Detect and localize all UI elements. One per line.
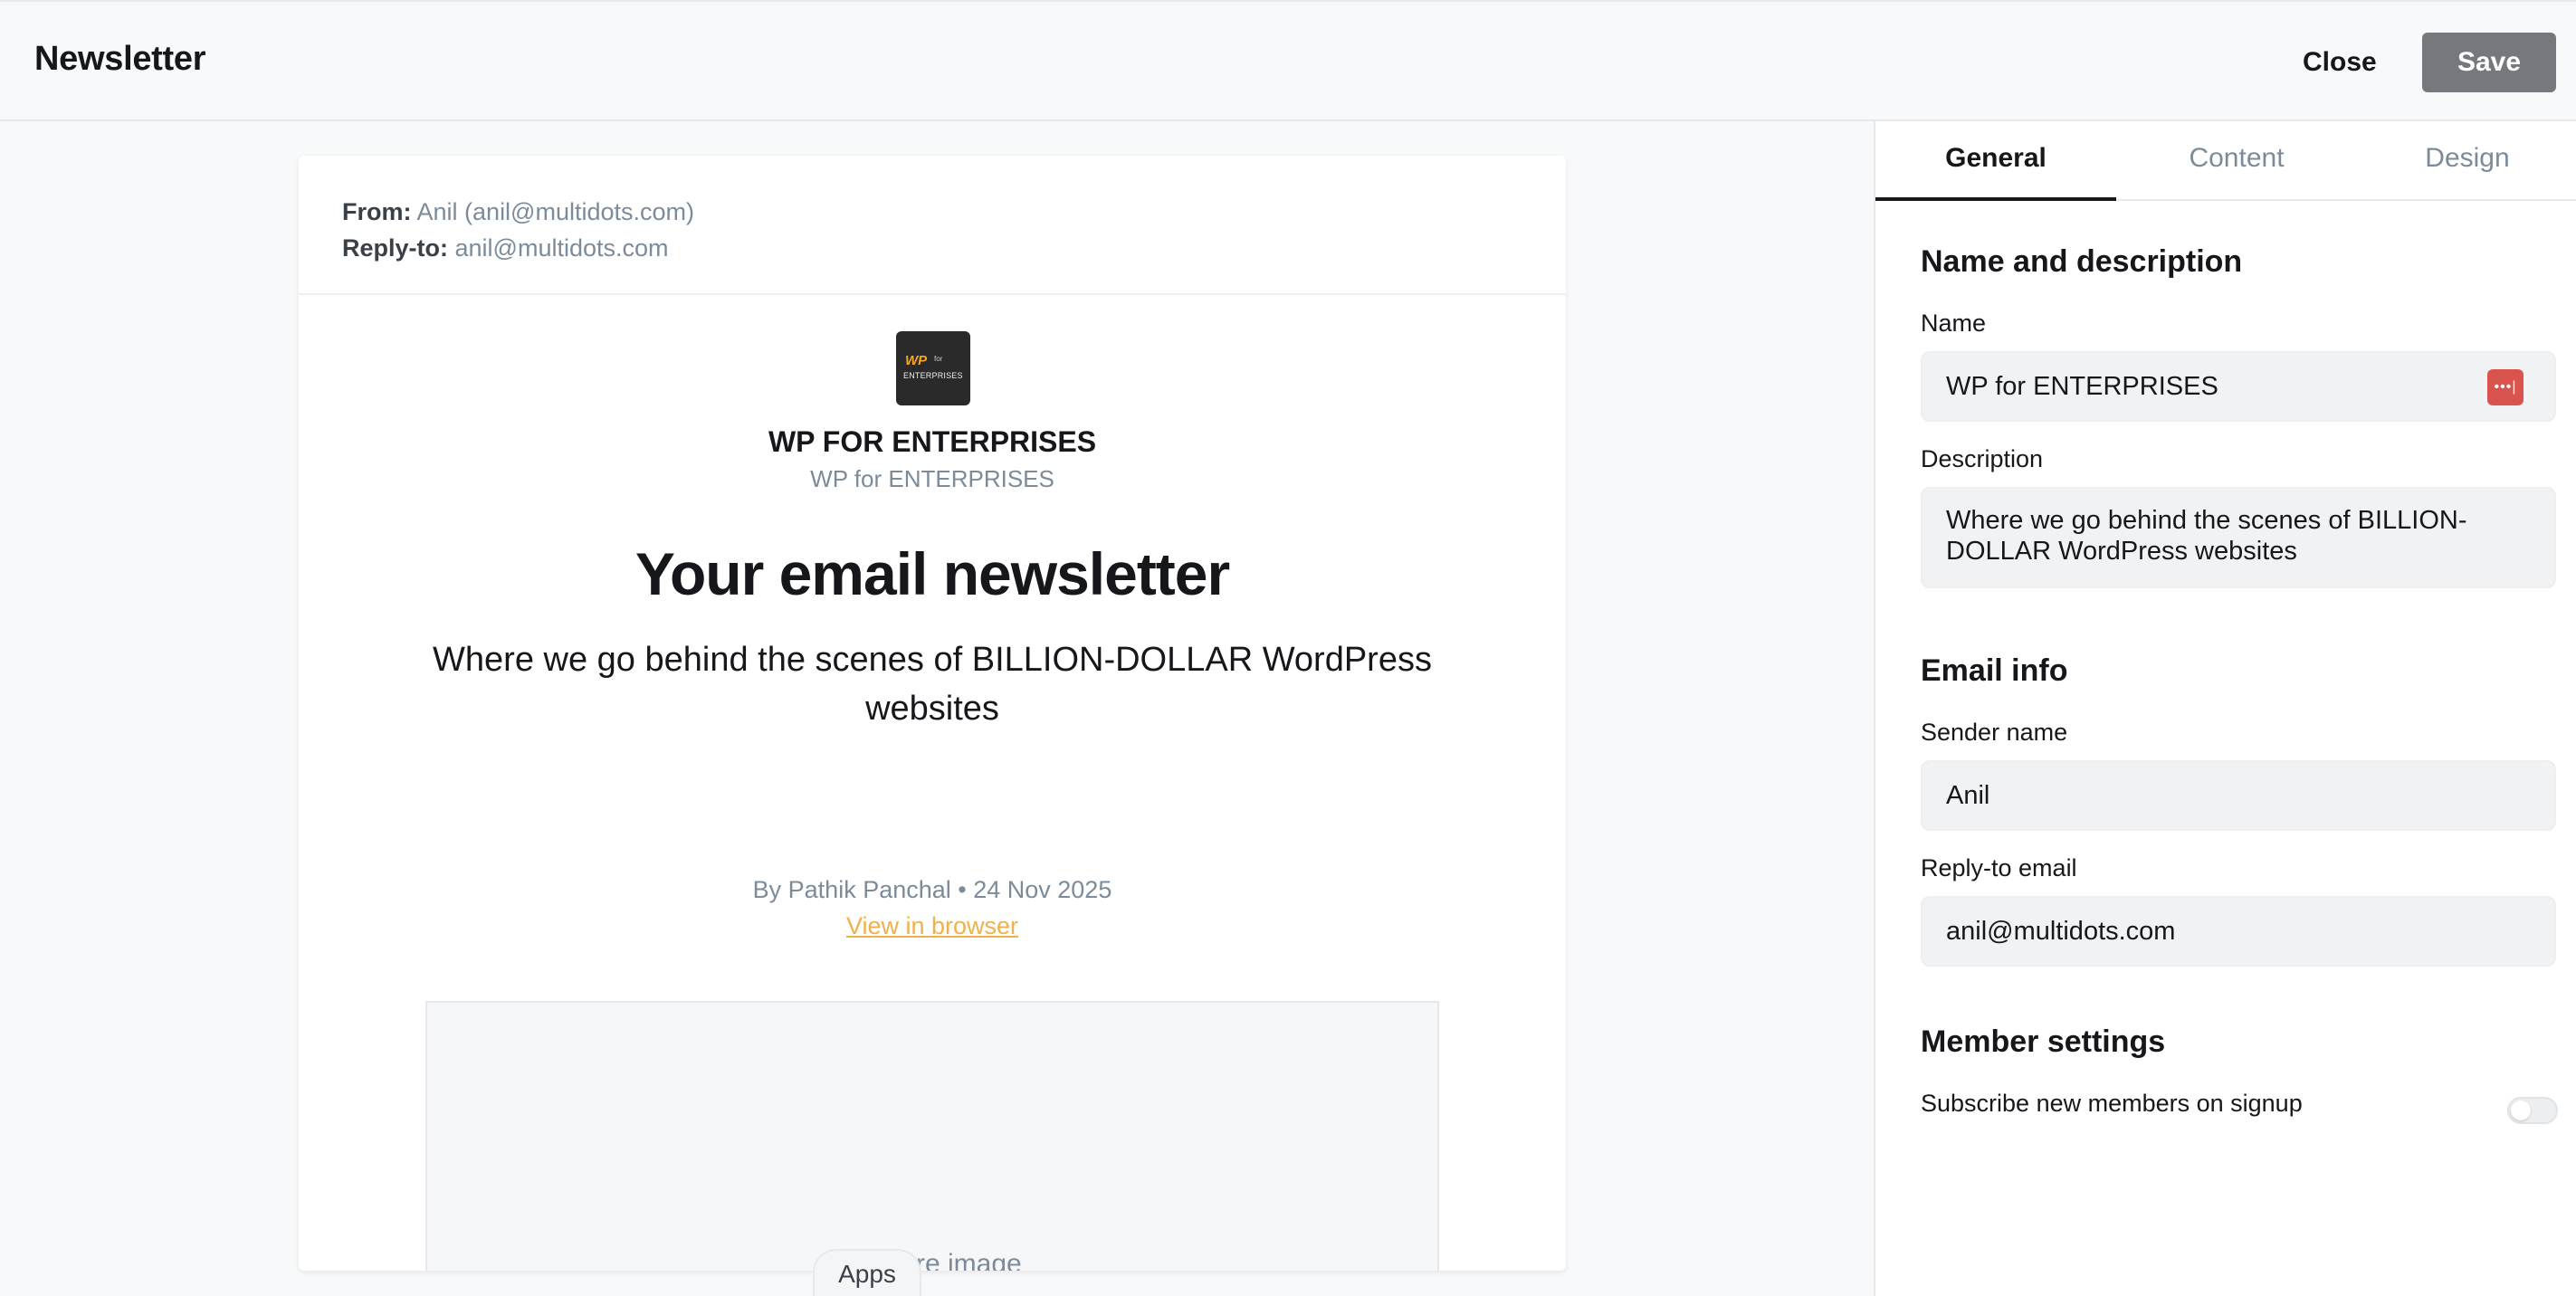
name-description-heading: Name and description (1921, 244, 2243, 279)
from-line: From: Anil (anil@multidots.com) (342, 194, 1566, 230)
from-label: From: (342, 198, 412, 225)
publication-subtitle: WP for ENTERPRISES (810, 465, 1054, 492)
sender-name-field[interactable]: Anil (1921, 760, 2556, 831)
email-info-heading: Email info (1921, 653, 2068, 688)
reply-to-line: Reply-to: anil@multidots.com (342, 230, 1566, 266)
newsletter-subheadline: Where we go behind the scenes of BILLION… (433, 641, 1432, 728)
email-preview-area: From: Anil (anil@multidots.com) Reply-to… (0, 121, 1874, 1296)
settings-tabs: General Content Design (1875, 121, 2576, 201)
page-title: Newsletter (34, 40, 206, 78)
feature-image-label: Feature image (846, 1249, 1022, 1271)
save-button[interactable]: Save (2422, 33, 2556, 92)
publication-name: WP FOR ENTERPRISES (768, 425, 1097, 458)
apps-button[interactable]: Apps (813, 1249, 921, 1296)
email-header: From: Anil (anil@multidots.com) Reply-to… (299, 156, 1566, 295)
byline: By Pathik Panchal • 24 Nov 2025 (752, 876, 1112, 903)
tab-content[interactable]: Content (2116, 121, 2357, 201)
reply-to-email-field[interactable]: anil@multidots.com (1921, 896, 2556, 967)
description-label: Description (1921, 445, 2044, 472)
description-field[interactable]: Where we go behind the scenes of BILLION… (1921, 487, 2556, 588)
member-settings-heading: Member settings (1921, 1024, 2166, 1059)
tab-general[interactable]: General (1875, 121, 2116, 201)
email-preview-card: From: Anil (anil@multidots.com) Reply-to… (299, 156, 1566, 1271)
view-in-browser-row: View in browser (299, 912, 1566, 940)
subscribe-on-signup-label: Subscribe new members on signup (1921, 1090, 2303, 1117)
reply-to-email-label: Reply-to email (1921, 854, 2077, 881)
tab-design[interactable]: Design (2357, 121, 2576, 201)
reply-to-value: anil@multidots.com (454, 234, 669, 262)
settings-panel: General Content Design Name and descript… (1874, 121, 2576, 1296)
view-in-browser-link[interactable]: View in browser (846, 912, 1018, 939)
top-bar: Newsletter Close Save (0, 0, 2576, 121)
sender-name-label: Sender name (1921, 719, 2068, 746)
from-value: Anil (anil@multidots.com) (416, 198, 695, 225)
feature-image-placeholder: Feature image (425, 1001, 1439, 1271)
publication-logo: WP for ENTERPRISES (896, 331, 970, 405)
name-value: WP for ENTERPRISES (1946, 372, 2218, 401)
name-label: Name (1921, 310, 1987, 337)
close-button[interactable]: Close (2277, 33, 2402, 92)
reply-to-label: Reply-to: (342, 234, 448, 262)
toggle-knob (2511, 1101, 2531, 1120)
newsletter-headline: Your email newsletter (634, 540, 1230, 607)
name-field[interactable]: WP for ENTERPRISES •••| (1921, 351, 2556, 422)
password-manager-icon[interactable]: •••| (2487, 369, 2524, 405)
subscribe-on-signup-toggle[interactable] (2507, 1097, 2558, 1124)
